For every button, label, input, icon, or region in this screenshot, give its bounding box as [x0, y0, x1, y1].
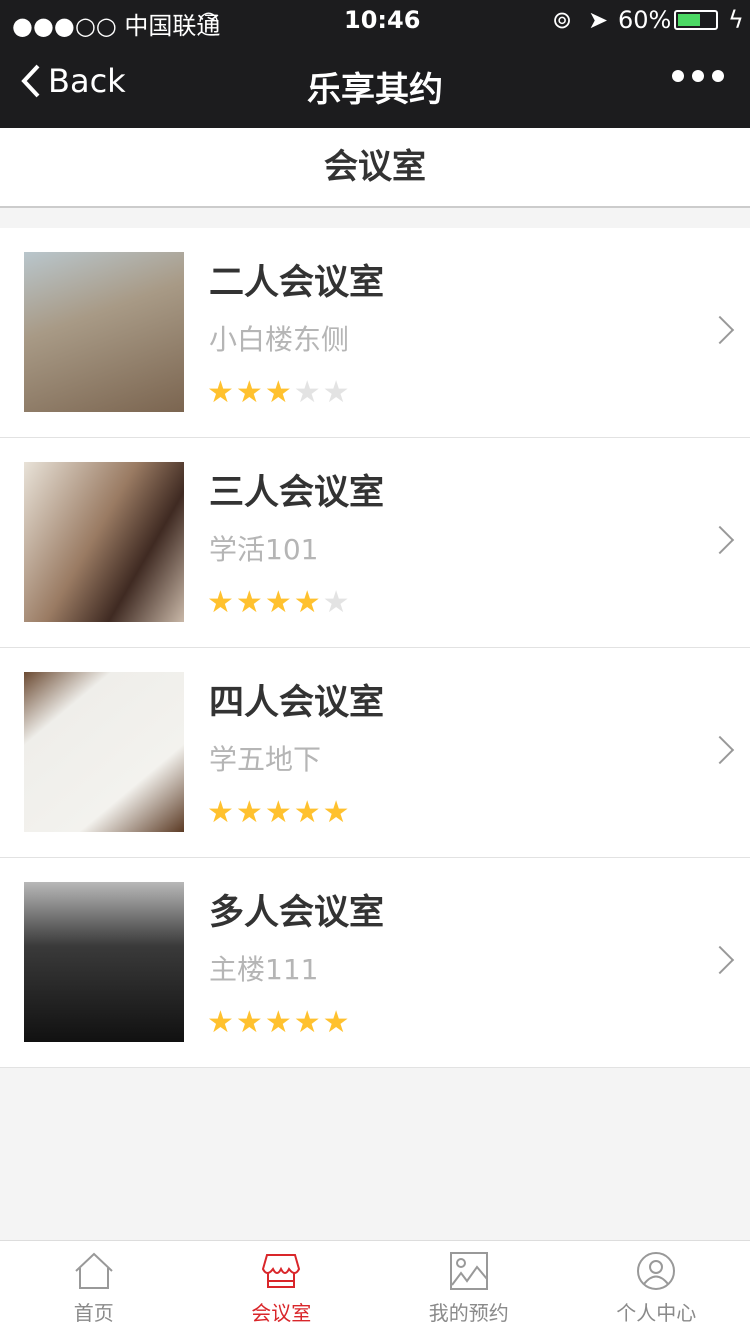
- room-photo: [24, 672, 184, 832]
- room-name: 二人会议室: [209, 263, 385, 303]
- room-location: 小白楼东侧: [209, 323, 350, 356]
- clock: 10:46: [344, 6, 421, 34]
- image-icon: [449, 1252, 488, 1290]
- star-icon: ★: [322, 375, 350, 410]
- user-icon: [637, 1252, 676, 1290]
- star-icon: ★: [264, 375, 292, 410]
- room-photo: [24, 462, 184, 622]
- star-icon: ★: [293, 585, 321, 620]
- star-icon: ★: [207, 1005, 234, 1040]
- star-icon: ★: [207, 375, 234, 410]
- room-list: 二人会议室 小白楼东侧 ★ ★ ★ ★ ★ 三人会议室 学活101 ★ ★ ★ ★ ★ 四人会议…: [0, 228, 750, 1068]
- star-icon: ★: [293, 375, 321, 410]
- rating-stars: ★ ★ ★ ★ ★: [207, 798, 350, 828]
- star-icon: ★: [264, 795, 292, 830]
- tab-my-bookings[interactable]: 我的预约: [375, 1241, 563, 1334]
- nav-bar: Back 乐享其约: [0, 40, 750, 128]
- wifi-icon: ◠: [198, 6, 219, 34]
- chevron-right-icon: [705, 315, 735, 345]
- battery-icon: [674, 10, 718, 30]
- charging-icon: ϟ: [728, 6, 744, 34]
- chevron-right-icon: [705, 525, 735, 555]
- app-title: 乐享其约: [307, 70, 443, 110]
- orientation-lock-icon: ⊚: [552, 6, 573, 34]
- star-icon: ★: [235, 795, 263, 830]
- tab-label: 个人中心: [616, 1301, 697, 1325]
- star-icon: ★: [235, 375, 263, 410]
- star-icon: ★: [322, 1005, 350, 1040]
- room-location: 学五地下: [209, 743, 322, 776]
- tab-label: 我的预约: [428, 1301, 509, 1325]
- carrier: ●●●○○ 中国联通: [12, 12, 221, 40]
- status-bar: ●●●○○ 中国联通 ◠ 10:46 ⊚ ➤ 60% ϟ: [0, 0, 750, 40]
- chevron-right-icon: [705, 945, 735, 975]
- star-icon: ★: [207, 795, 234, 830]
- location-icon: ➤: [588, 6, 609, 34]
- store-icon: [262, 1254, 301, 1288]
- rating-stars: ★ ★ ★ ★ ★: [207, 1008, 350, 1038]
- room-list-item[interactable]: 四人会议室 学五地下 ★ ★ ★ ★ ★: [0, 648, 750, 858]
- home-icon: [75, 1252, 113, 1289]
- room-location: 学活101: [209, 533, 319, 566]
- star-icon: ★: [235, 1005, 263, 1040]
- tab-label: 首页: [73, 1301, 114, 1325]
- room-list-item[interactable]: 二人会议室 小白楼东侧 ★ ★ ★ ★ ★: [0, 228, 750, 438]
- star-icon: ★: [207, 585, 234, 620]
- star-icon: ★: [264, 585, 292, 620]
- star-icon: ★: [293, 1005, 321, 1040]
- tab-meeting-rooms[interactable]: 会议室: [188, 1241, 376, 1334]
- star-icon: ★: [322, 585, 350, 620]
- star-icon: ★: [322, 795, 350, 830]
- rating-stars: ★ ★ ★ ★ ★: [207, 378, 350, 408]
- room-photo: [24, 882, 184, 1042]
- rating-stars: ★ ★ ★ ★ ★: [207, 588, 350, 618]
- room-name: 四人会议室: [209, 683, 385, 723]
- page-title: 会议室: [0, 128, 750, 208]
- tab-label: 会议室: [251, 1301, 312, 1325]
- tab-bar: 首页 会议室 我的预约 个人中心: [0, 1240, 750, 1334]
- battery-percent: 60%: [618, 6, 672, 34]
- tab-profile[interactable]: 个人中心: [563, 1241, 750, 1334]
- more-button[interactable]: [672, 70, 724, 82]
- star-icon: ★: [293, 795, 321, 830]
- room-photo: [24, 252, 184, 412]
- room-location: 主楼111: [209, 953, 319, 986]
- room-list-item[interactable]: 多人会议室 主楼111 ★ ★ ★ ★ ★: [0, 858, 750, 1068]
- star-icon: ★: [264, 1005, 292, 1040]
- room-name: 三人会议室: [209, 473, 385, 513]
- room-name: 多人会议室: [209, 893, 385, 933]
- room-list-item[interactable]: 三人会议室 学活101 ★ ★ ★ ★ ★: [0, 438, 750, 648]
- chevron-right-icon: [705, 735, 735, 765]
- tab-home[interactable]: 首页: [0, 1241, 188, 1334]
- star-icon: ★: [235, 585, 263, 620]
